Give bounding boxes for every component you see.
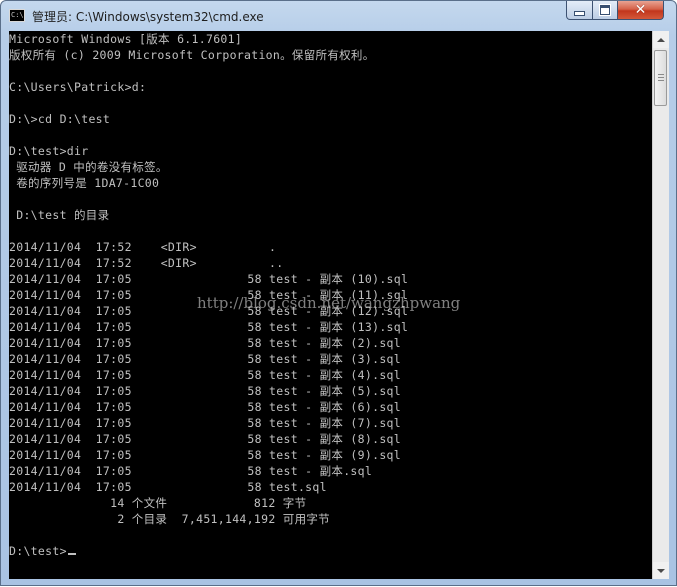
text-cursor bbox=[67, 553, 76, 555]
console-line: 2014/11/04 17:05 58 test - 副本 (8).sql bbox=[9, 432, 402, 446]
arrow-up-icon bbox=[657, 37, 665, 42]
console-line: 2014/11/04 17:05 58 test - 副本 (4).sql bbox=[9, 368, 402, 382]
title-bar[interactable]: C:\ 管理员: C:\Windows\system32\cmd.exe ✕ bbox=[1, 1, 676, 31]
scroll-up-button[interactable] bbox=[653, 31, 669, 48]
grip-line bbox=[658, 74, 664, 75]
console-line: 14 个文件 812 字节 bbox=[9, 496, 307, 510]
scroll-down-button[interactable] bbox=[653, 562, 669, 579]
console-line: D:\test 的目录 bbox=[9, 208, 110, 222]
console-line: 2014/11/04 17:05 58 test - 副本 (9).sql bbox=[9, 448, 402, 462]
console-line: 卷的序列号是 1DA7-1C00 bbox=[9, 176, 160, 190]
console-line: 2 个目录 7,451,144,192 可用字节 bbox=[9, 512, 330, 526]
scrollbar-thumb[interactable] bbox=[654, 50, 667, 106]
console-output[interactable]: Microsoft Windows [版本 6.1.7601] 版权所有 (c) … bbox=[9, 31, 652, 579]
window-title: 管理员: C:\Windows\system32\cmd.exe bbox=[32, 10, 264, 24]
watermark: http://blog.csdn.net/wangzhpwang bbox=[197, 294, 461, 312]
console-line: 2014/11/04 17:05 58 test - 副本.sql bbox=[9, 464, 373, 478]
console-line: 2014/11/04 17:05 58 test - 副本 (7).sql bbox=[9, 416, 402, 430]
console-line: D:\>cd D:\test bbox=[9, 112, 111, 126]
console-line: 2014/11/04 17:05 58 test - 副本 (3).sql bbox=[9, 352, 402, 366]
console-line: D:\test>dir bbox=[9, 144, 89, 158]
vertical-scrollbar[interactable] bbox=[652, 31, 669, 579]
console-line: 2014/11/04 17:05 58 test - 副本 (2).sql bbox=[9, 336, 402, 350]
grip-line bbox=[658, 77, 664, 78]
maximize-icon bbox=[600, 5, 610, 15]
arrow-down-icon bbox=[657, 568, 665, 573]
grip-line bbox=[658, 80, 664, 81]
console-line: 驱动器 D 中的卷没有标签。 bbox=[9, 160, 168, 174]
console-line: 2014/11/04 17:05 58 test.sql bbox=[9, 480, 327, 494]
console-line: 2014/11/04 17:05 58 test - 副本 (5).sql bbox=[9, 384, 402, 398]
console-line: D:\test> bbox=[9, 543, 76, 559]
console-line: 2014/11/04 17:52 <DIR> .. bbox=[9, 256, 284, 270]
cmd-app-icon[interactable]: C:\ bbox=[9, 9, 25, 22]
minimize-button[interactable] bbox=[566, 1, 593, 20]
console-line: 版权所有 (c) 2009 Microsoft Corporation。保留所有… bbox=[9, 48, 375, 62]
minimize-icon bbox=[574, 10, 585, 16]
console-line: C:\Users\Patrick>d: bbox=[9, 80, 147, 94]
console-line: Microsoft Windows [版本 6.1.7601] bbox=[9, 32, 243, 46]
maximize-button[interactable] bbox=[592, 1, 618, 20]
console-line: 2014/11/04 17:05 58 test - 副本 (10).sql bbox=[9, 272, 409, 286]
cmd-window: C:\ 管理员: C:\Windows\system32\cmd.exe ✕ M… bbox=[0, 0, 677, 586]
console-line: 2014/11/04 17:05 58 test - 副本 (6).sql bbox=[9, 400, 402, 414]
close-icon: ✕ bbox=[634, 2, 647, 18]
console-line: 2014/11/04 17:52 <DIR> . bbox=[9, 240, 277, 254]
console-line: 2014/11/04 17:05 58 test - 副本 (13).sql bbox=[9, 320, 409, 334]
close-button[interactable]: ✕ bbox=[617, 1, 664, 20]
